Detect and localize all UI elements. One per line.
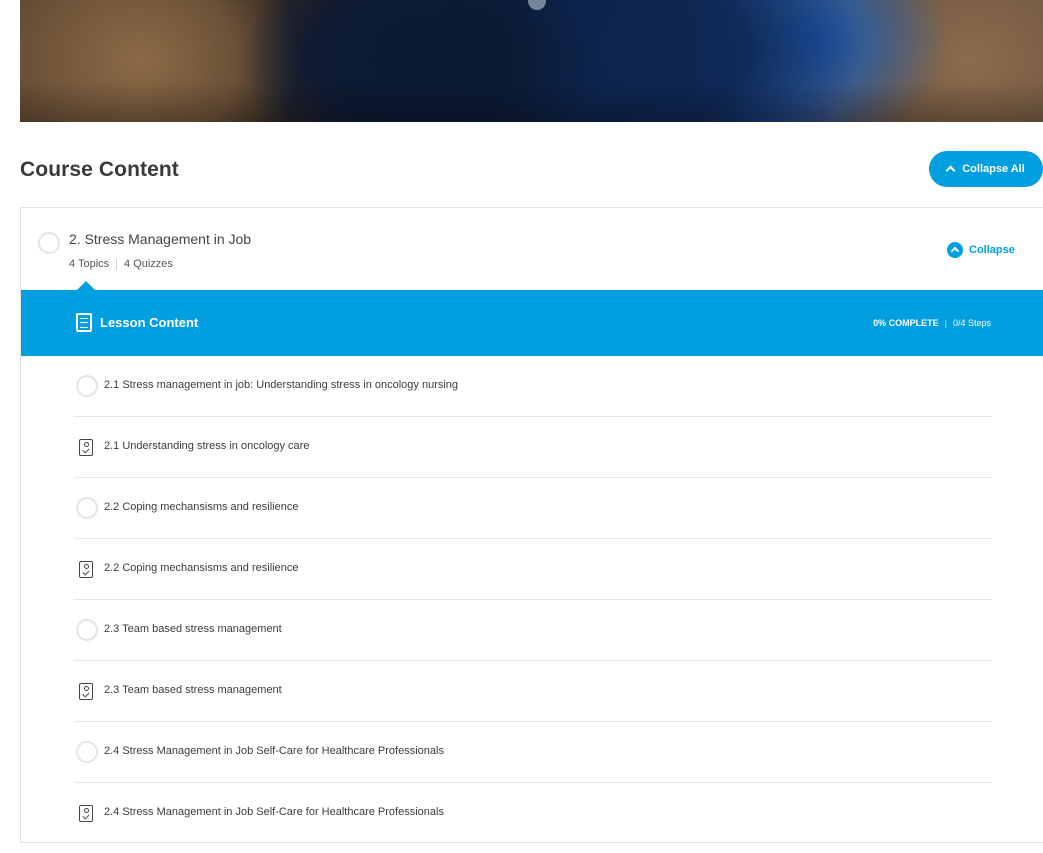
topic-item[interactable]: 2.2 Coping mechansisms and resilience xyxy=(74,478,992,539)
quiz-item[interactable]: 2.2 Coping mechansisms and resilience xyxy=(74,539,992,600)
lesson-progress: 0% COMPLETE | 0/4 Steps xyxy=(873,318,991,328)
steps-count: 0/4 Steps xyxy=(952,318,991,328)
collapse-label: Collapse xyxy=(969,244,1015,256)
item-label[interactable]: 2.4 Stress Management in Job Self-Care f… xyxy=(104,745,444,757)
lesson-content-title: Lesson Content xyxy=(100,315,199,330)
quizzes-count: 4 Quizzes xyxy=(124,258,173,270)
chevron-up-icon xyxy=(945,165,956,176)
course-banner-image xyxy=(20,0,1043,122)
course-content-heading: Course Content xyxy=(20,158,179,181)
topic-item[interactable]: 2.3 Team based stress management xyxy=(74,600,992,661)
lesson-meta: 4 Topics | 4 Quizzes xyxy=(69,258,173,270)
item-label[interactable]: 2.3 Team based stress management xyxy=(104,623,282,635)
status-circle-icon xyxy=(76,619,98,641)
collapse-lesson-button[interactable]: Collapse xyxy=(947,242,1015,258)
document-icon xyxy=(76,313,92,332)
banner-highlight xyxy=(528,0,546,10)
topic-item[interactable]: 2.4 Stress Management in Job Self-Care f… xyxy=(74,722,992,783)
quiz-item[interactable]: 2.1 Understanding stress in oncology car… xyxy=(74,417,992,478)
item-label[interactable]: 2.2 Coping mechansisms and resilience xyxy=(104,562,298,574)
chevron-up-circle-icon xyxy=(947,242,963,258)
item-label[interactable]: 2.3 Team based stress management xyxy=(104,684,282,696)
collapse-all-label: Collapse All xyxy=(962,163,1025,175)
topics-count: 4 Topics xyxy=(69,258,110,270)
quiz-icon xyxy=(79,561,93,578)
status-circle-icon xyxy=(76,497,98,519)
quiz-item[interactable]: 2.4 Stress Management in Job Self-Care f… xyxy=(74,783,992,844)
lesson-content-heading: Lesson Content xyxy=(76,313,198,332)
status-circle-icon xyxy=(76,375,98,397)
percent-complete: 0% COMPLETE xyxy=(873,318,939,328)
lesson-status-circle-icon[interactable] xyxy=(38,232,60,254)
item-label[interactable]: 2.1 Stress management in job: Understand… xyxy=(104,379,458,391)
lesson-title[interactable]: 2. Stress Management in Job xyxy=(69,231,251,247)
collapse-all-button[interactable]: Collapse All xyxy=(929,151,1043,187)
lesson-card: 2. Stress Management in Job 4 Topics | 4 Q… xyxy=(20,207,1043,843)
item-label[interactable]: 2.1 Understanding stress in oncology car… xyxy=(104,440,309,452)
lesson-content-bar: Lesson Content 0% COMPLETE | 0/4 Steps xyxy=(21,281,1043,356)
topic-item[interactable]: 2.1 Stress management in job: Understand… xyxy=(74,356,992,417)
quiz-icon xyxy=(79,805,93,822)
quiz-item[interactable]: 2.3 Team based stress management xyxy=(74,661,992,722)
lesson-items-list: 2.1 Stress management in job: Understand… xyxy=(74,356,992,844)
progress-separator: | xyxy=(944,318,947,328)
quiz-icon xyxy=(79,683,93,700)
quiz-icon xyxy=(79,439,93,456)
lesson-header[interactable]: 2. Stress Management in Job 4 Topics | 4 Q… xyxy=(21,208,1043,291)
status-circle-icon xyxy=(76,741,98,763)
item-label[interactable]: 2.2 Coping mechansisms and resilience xyxy=(104,501,298,513)
item-label[interactable]: 2.4 Stress Management in Job Self-Care f… xyxy=(104,806,444,818)
meta-separator: | xyxy=(115,258,119,270)
